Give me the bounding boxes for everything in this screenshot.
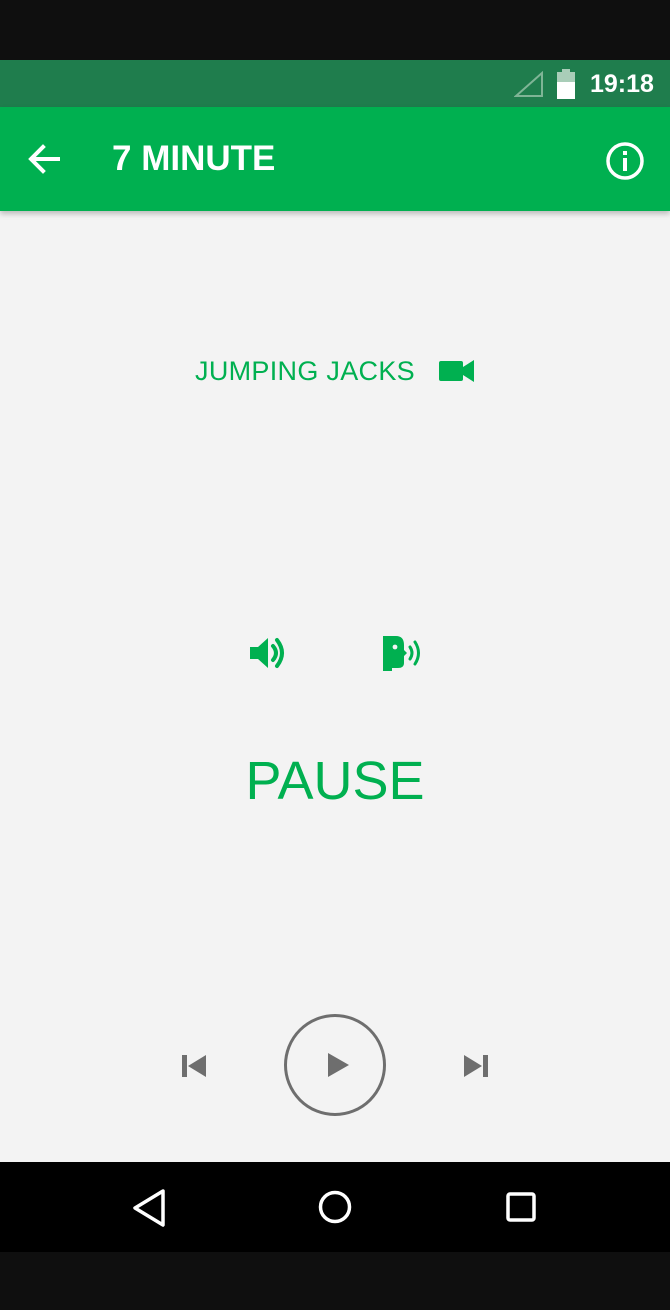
- app-title: 7 MINUTE: [112, 139, 276, 178]
- play-icon: [328, 1053, 349, 1077]
- exercise-header: JUMPING JACKS: [0, 351, 670, 391]
- nav-home-icon[interactable]: [316, 1188, 354, 1226]
- info-icon[interactable]: [604, 140, 646, 182]
- record-voice-icon[interactable]: [380, 633, 424, 673]
- skip-previous-icon[interactable]: [176, 1049, 212, 1083]
- play-button[interactable]: [284, 1014, 386, 1116]
- signal-empty-icon: [514, 71, 543, 97]
- bottom-bezel: [0, 1252, 670, 1310]
- status-bar: 19:18: [0, 60, 670, 107]
- battery-icon: [557, 69, 575, 99]
- volume-up-icon[interactable]: [246, 633, 288, 673]
- exercise-name: JUMPING JACKS: [195, 356, 415, 386]
- status-time: 19:18: [590, 70, 654, 98]
- system-nav-bar: [0, 1162, 670, 1252]
- top-bezel: [0, 0, 670, 60]
- nav-back-icon[interactable]: [128, 1186, 170, 1230]
- skip-next-icon[interactable]: [458, 1049, 494, 1083]
- videocam-icon[interactable]: [438, 359, 475, 383]
- arrow-back-icon[interactable]: [22, 137, 66, 181]
- nav-recents-icon[interactable]: [502, 1188, 540, 1226]
- pause-status-label: PAUSE: [245, 751, 425, 811]
- phone-screen: 19:18 7 MINUTE JUMPING JACKS PAUSE: [0, 0, 670, 1310]
- app-bar: 7 MINUTE: [0, 107, 670, 211]
- workout-content: JUMPING JACKS PAUSE: [0, 211, 670, 1162]
